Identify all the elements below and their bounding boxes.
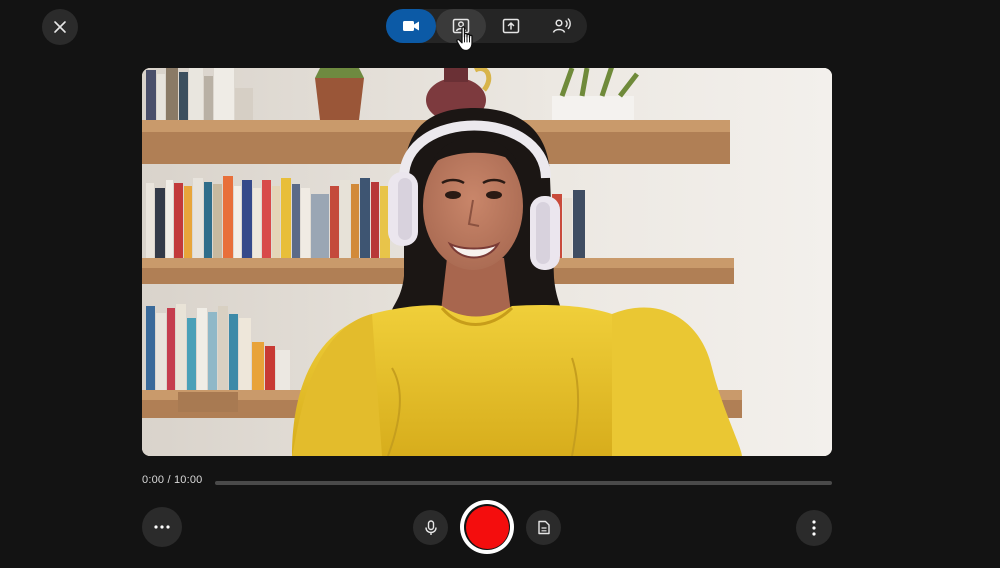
- mode-camera-button[interactable]: [386, 9, 436, 43]
- close-button[interactable]: [42, 9, 78, 45]
- more-horizontal-icon: [154, 525, 170, 529]
- more-vertical-icon: [812, 520, 816, 536]
- recorder-screen: 0:00 / 10:00: [0, 0, 1000, 568]
- document-icon: [537, 520, 550, 535]
- time-display: 0:00 / 10:00: [142, 474, 203, 486]
- record-icon: [465, 505, 509, 549]
- voice-icon: [552, 18, 571, 33]
- mode-audio-button[interactable]: [537, 9, 587, 43]
- video-camera-icon: [403, 21, 419, 31]
- more-options-button[interactable]: [142, 507, 182, 547]
- mode-camera-screen-button[interactable]: [436, 9, 486, 43]
- portrait-frame-icon: [452, 18, 470, 34]
- record-ring: [464, 504, 510, 550]
- menu-button[interactable]: [796, 510, 832, 546]
- progress-bar[interactable]: [215, 481, 832, 485]
- camera-preview: [142, 68, 832, 456]
- mode-screen-button[interactable]: [486, 9, 536, 43]
- close-icon: [54, 21, 66, 33]
- microphone-icon: [424, 519, 437, 535]
- microphone-button[interactable]: [413, 510, 448, 545]
- mode-toolbar: [386, 9, 587, 43]
- notes-button[interactable]: [526, 510, 561, 545]
- screen-share-icon: [502, 18, 520, 34]
- record-button[interactable]: [460, 500, 514, 554]
- camera-feed-image: [142, 68, 832, 456]
